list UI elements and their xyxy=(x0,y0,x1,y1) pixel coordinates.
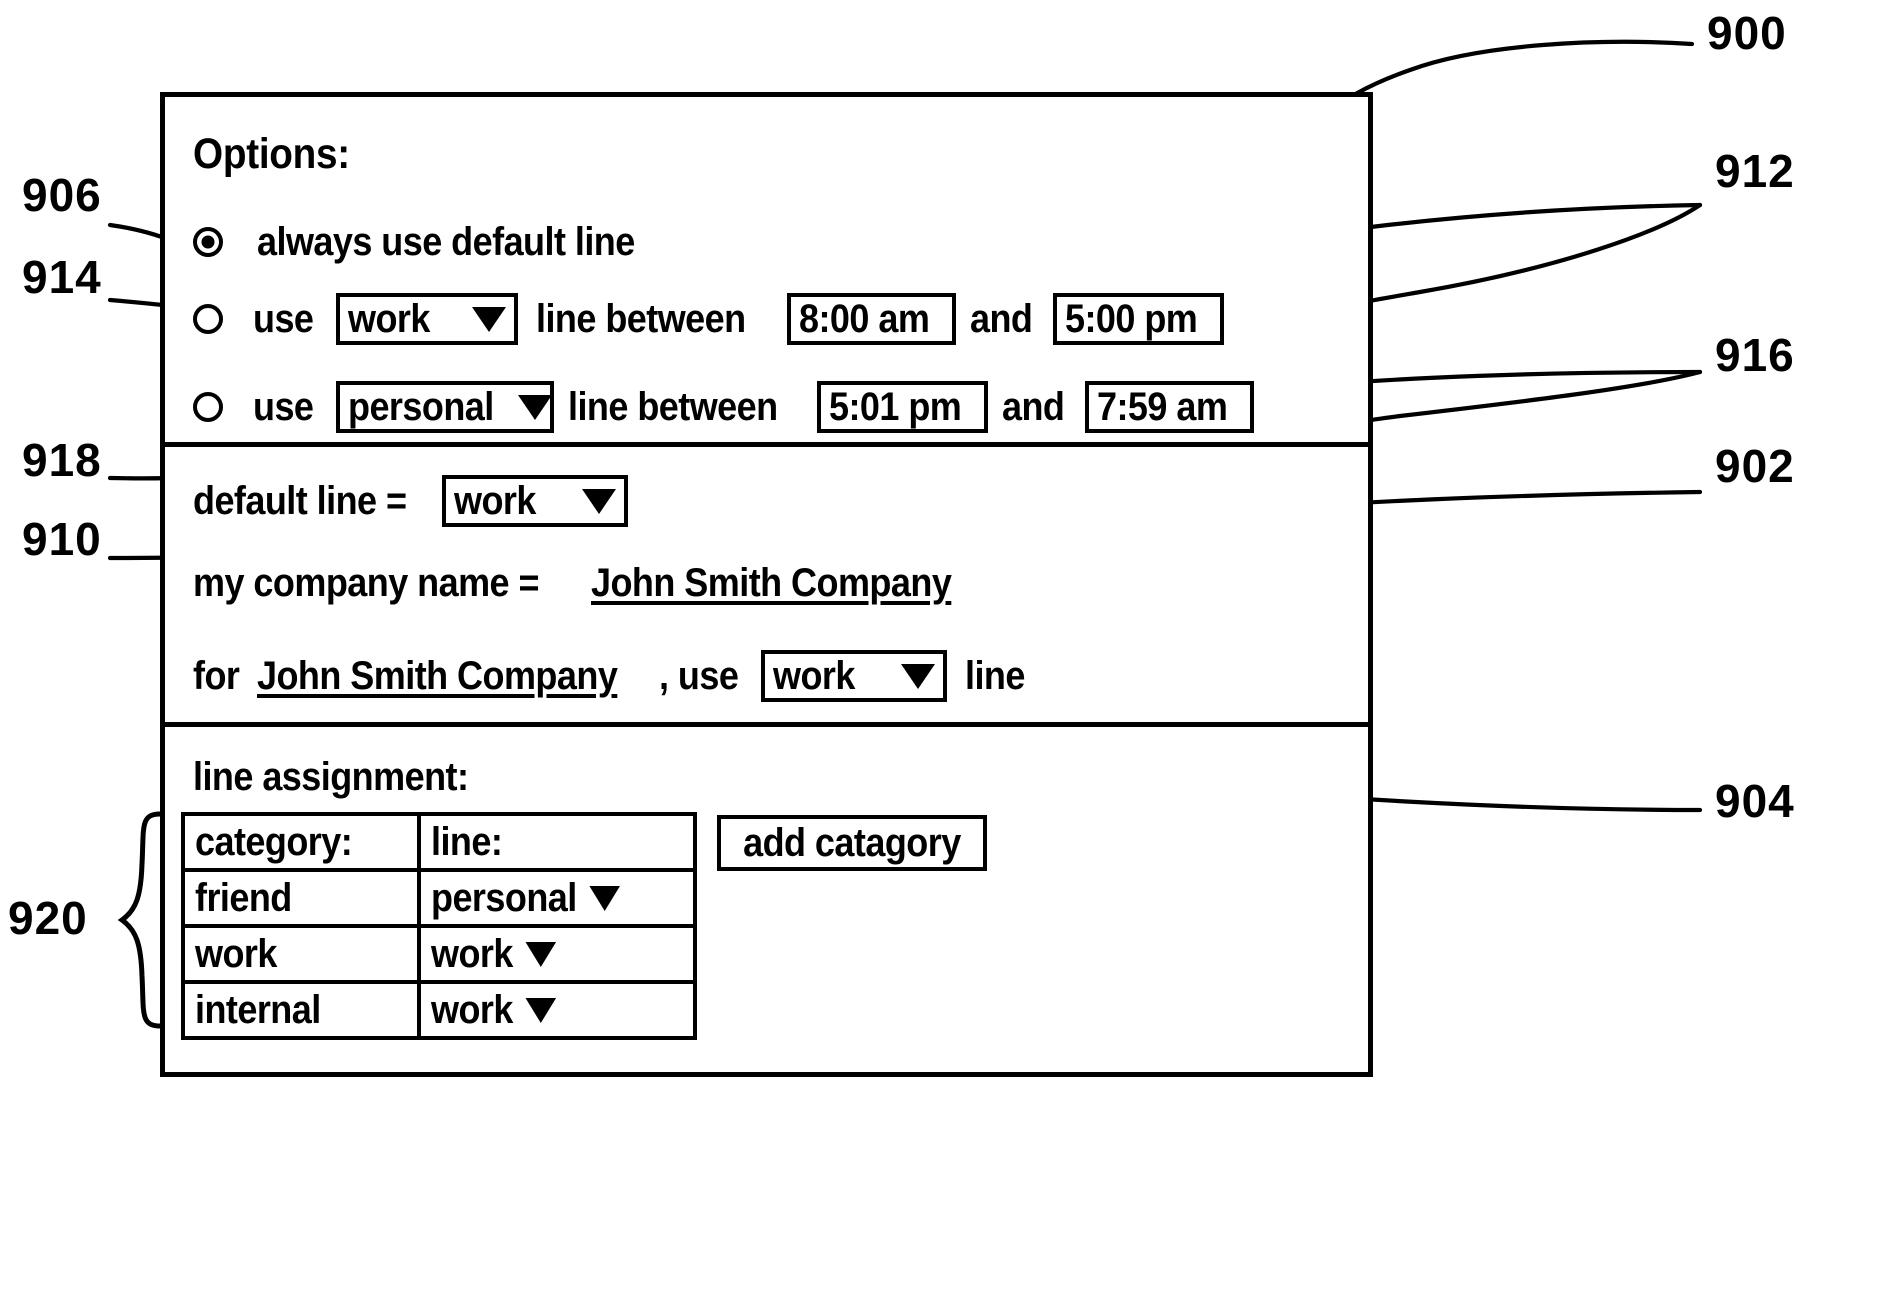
default-line-label: default line = xyxy=(193,479,407,523)
table-header-line: line: xyxy=(417,812,697,872)
table-cell-category: work xyxy=(181,924,421,984)
company-name-value[interactable]: John Smith Company xyxy=(591,563,952,603)
end-time-personal-value: 7:59 am xyxy=(1097,385,1228,429)
company-rule-company[interactable]: John Smith Company xyxy=(257,656,618,696)
line-select-work-hours-value: work xyxy=(348,297,431,341)
callout-918: 918 xyxy=(22,434,102,486)
chevron-down-icon[interactable] xyxy=(518,394,553,420)
option-row-personal-hours[interactable]: use personal line between 5:01 pm and 7:… xyxy=(193,381,1255,433)
default-line-select-value: work xyxy=(454,479,537,523)
options-dialog: Options: always use default line use wor… xyxy=(160,92,1373,1077)
table-row[interactable]: work work xyxy=(181,924,697,984)
option-prefix-use-personal: use xyxy=(253,385,314,429)
table-cell-line-select[interactable]: work xyxy=(417,924,697,984)
end-time-personal[interactable]: 7:59 am xyxy=(1085,381,1255,433)
table-cell-category: internal xyxy=(181,980,421,1040)
callout-902: 902 xyxy=(1715,440,1795,492)
table-cell-line-value: work xyxy=(431,988,513,1032)
company-name-label: my company name = xyxy=(193,561,540,605)
company-rule-mid: , use xyxy=(658,654,739,698)
assignment-heading: line assignment: xyxy=(193,755,469,799)
start-time-work[interactable]: 8:00 am xyxy=(787,293,956,345)
start-time-work-value: 8:00 am xyxy=(799,297,930,341)
line-assignment-table: category: line: friend personal work wor… xyxy=(181,812,697,1040)
company-rule-row[interactable]: for John Smith Company , use work line xyxy=(193,650,1032,702)
table-cell-line-value: personal xyxy=(431,876,577,920)
table-header-category-label: category: xyxy=(195,820,353,864)
table-cell-category: friend xyxy=(181,868,421,928)
callout-912: 912 xyxy=(1715,145,1795,197)
end-time-work-value: 5:00 pm xyxy=(1065,297,1198,341)
default-line-select[interactable]: work xyxy=(442,475,629,527)
chevron-down-icon[interactable] xyxy=(901,663,936,689)
table-cell-category-value: internal xyxy=(195,988,321,1032)
table-header-line-label: line: xyxy=(431,820,503,864)
start-time-personal-value: 5:01 pm xyxy=(829,385,962,429)
callout-906: 906 xyxy=(22,169,102,221)
callout-900: 900 xyxy=(1707,7,1787,59)
default-line-row[interactable]: default line = work xyxy=(193,475,629,527)
table-cell-category-value: work xyxy=(195,932,277,976)
conjunction-and-personal: and xyxy=(1001,385,1065,429)
chevron-down-icon[interactable] xyxy=(582,488,617,514)
section-divider-2 xyxy=(165,722,1368,727)
callout-920: 920 xyxy=(8,892,88,944)
chevron-down-icon[interactable] xyxy=(525,941,557,967)
line-select-personal-hours[interactable]: personal xyxy=(336,381,555,433)
company-rule-line-select[interactable]: work xyxy=(761,650,948,702)
table-row[interactable]: friend personal xyxy=(181,868,697,928)
radio-selected-icon[interactable] xyxy=(193,227,223,257)
callout-904: 904 xyxy=(1715,775,1795,827)
add-category-button-label: add catagory xyxy=(743,821,961,865)
company-name-row[interactable]: my company name = John Smith Company xyxy=(193,563,992,603)
callout-910: 910 xyxy=(22,513,102,565)
start-time-personal[interactable]: 5:01 pm xyxy=(817,381,988,433)
radio-unselected-icon[interactable] xyxy=(193,304,223,334)
add-category-button[interactable]: add catagory xyxy=(717,815,987,871)
callout-914: 914 xyxy=(22,251,102,303)
option-mid-text-work: line between xyxy=(536,297,746,341)
option-label-always-default: always use default line xyxy=(257,220,635,264)
callout-916: 916 xyxy=(1715,329,1795,381)
line-select-work-hours[interactable]: work xyxy=(336,293,519,345)
chevron-down-icon[interactable] xyxy=(589,885,620,911)
table-cell-category-value: friend xyxy=(195,876,292,920)
option-mid-text-personal: line between xyxy=(568,385,778,429)
table-header-category: category: xyxy=(181,812,421,872)
table-row[interactable]: internal work xyxy=(181,980,697,1040)
line-select-personal-hours-value: personal xyxy=(348,385,494,429)
section-divider-1 xyxy=(165,442,1368,447)
end-time-work[interactable]: 5:00 pm xyxy=(1053,293,1225,345)
company-rule-line-select-value: work xyxy=(773,654,855,698)
company-rule-prefix: for xyxy=(193,654,240,698)
chevron-down-icon[interactable] xyxy=(525,997,557,1023)
table-cell-line-select[interactable]: work xyxy=(417,980,697,1040)
option-row-always-default[interactable]: always use default line xyxy=(193,222,677,262)
page-title: Options: xyxy=(193,130,350,178)
figure-canvas: 900 906 912 914 916 918 902 910 904 920 … xyxy=(0,0,1888,1303)
company-rule-suffix: line xyxy=(965,654,1025,698)
chevron-down-icon[interactable] xyxy=(472,306,507,332)
table-header-row: category: line: xyxy=(181,812,697,872)
conjunction-and-work: and xyxy=(969,297,1033,341)
group-brace xyxy=(118,811,163,1029)
table-cell-line-select[interactable]: personal xyxy=(417,868,697,928)
option-row-work-hours[interactable]: use work line between 8:00 am and 5:00 p… xyxy=(193,293,1225,345)
table-cell-line-value: work xyxy=(431,932,513,976)
radio-unselected-icon[interactable] xyxy=(193,392,223,422)
option-prefix-use: use xyxy=(253,297,314,341)
